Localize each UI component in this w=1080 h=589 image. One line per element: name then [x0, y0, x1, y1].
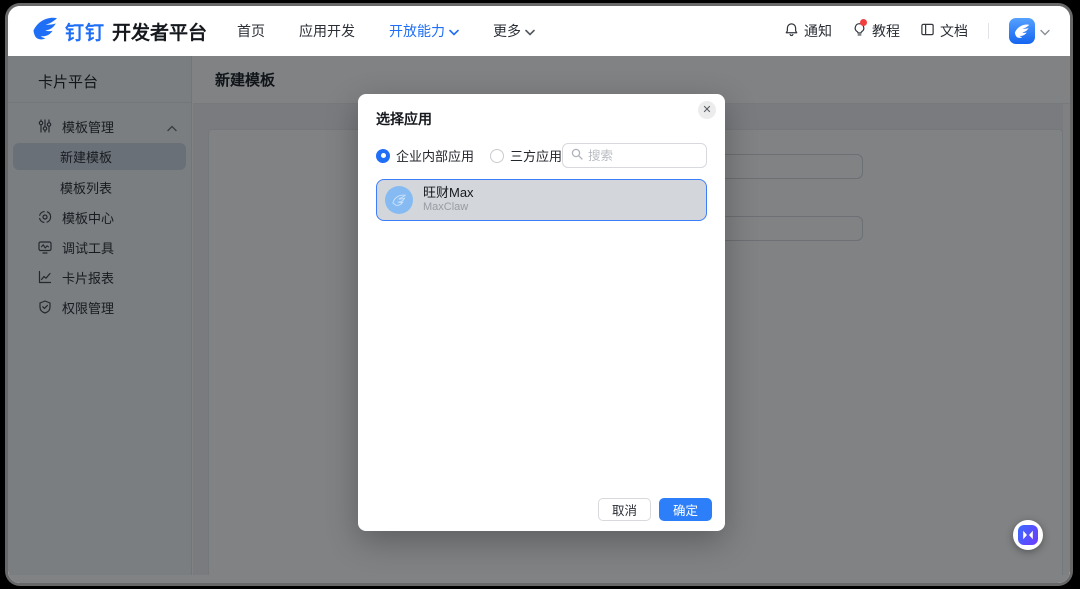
- notifications-button[interactable]: 通知: [784, 21, 832, 41]
- platform-name: 开发者平台: [112, 18, 207, 45]
- notifications-label: 通知: [804, 21, 832, 41]
- nav-home[interactable]: 首页: [237, 21, 265, 41]
- docs-button[interactable]: 文档: [920, 21, 968, 41]
- radio-internal-app[interactable]: 企业内部应用: [376, 146, 474, 165]
- select-app-dialog: ✕ 选择应用 企业内部应用 三方应用 旺财Max: [358, 94, 725, 531]
- dialog-title: 选择应用: [358, 94, 725, 129]
- top-navigation-bar: 钉钉 开发者平台 首页 应用开发 开放能力 更多: [8, 6, 1070, 56]
- search-input[interactable]: [588, 149, 698, 163]
- app-name: 旺财Max: [423, 185, 474, 201]
- tutorial-label: 教程: [872, 21, 900, 41]
- app-subtitle: MaxClaw: [423, 201, 474, 215]
- cancel-button[interactable]: 取消: [598, 498, 651, 521]
- close-icon[interactable]: ✕: [698, 101, 716, 119]
- app-avatar: [385, 186, 413, 214]
- notification-dot: [860, 19, 867, 26]
- search-icon: [571, 148, 583, 163]
- browser-window: 钉钉 开发者平台 首页 应用开发 开放能力 更多: [8, 6, 1070, 583]
- dialog-footer: 取消 确定: [598, 498, 712, 521]
- chevron-down-icon: [1040, 23, 1050, 39]
- nav-open-capabilities[interactable]: 开放能力: [389, 21, 459, 41]
- nav-app-development-label: 应用开发: [299, 21, 355, 41]
- account-menu[interactable]: [1009, 18, 1050, 44]
- dingtalk-logo-icon: [32, 17, 58, 46]
- nav-home-label: 首页: [237, 21, 265, 41]
- app-search-box: [562, 143, 707, 168]
- radio-thirdparty-app[interactable]: 三方应用: [490, 146, 562, 165]
- app-list-item-selected[interactable]: 旺财Max MaxClaw: [376, 179, 707, 221]
- radio-internal-label: 企业内部应用: [396, 146, 474, 165]
- nav-more[interactable]: 更多: [493, 21, 535, 41]
- book-icon: [920, 22, 935, 40]
- nav-open-capabilities-label: 开放能力: [389, 21, 445, 41]
- chevron-down-icon: [449, 23, 459, 39]
- docs-label: 文档: [940, 21, 968, 41]
- divider: [988, 23, 989, 39]
- bell-icon: [784, 22, 799, 40]
- confirm-button[interactable]: 确定: [659, 498, 712, 521]
- radio-selected-icon: [376, 149, 390, 163]
- tutorial-button[interactable]: 教程: [852, 21, 900, 41]
- chevron-down-icon: [525, 23, 535, 39]
- topbar-actions: 通知 教程 文档: [784, 18, 1050, 44]
- avatar: [1009, 18, 1035, 44]
- app-item-texts: 旺财Max MaxClaw: [423, 185, 474, 215]
- radio-thirdparty-label: 三方应用: [510, 146, 562, 165]
- brand-name: 钉钉: [65, 18, 105, 45]
- dialog-controls: 企业内部应用 三方应用: [358, 143, 725, 168]
- brand[interactable]: 钉钉 开发者平台: [32, 17, 207, 46]
- nav-more-label: 更多: [493, 21, 521, 41]
- nav-app-development[interactable]: 应用开发: [299, 21, 355, 41]
- main-nav: 首页 应用开发 开放能力 更多: [237, 21, 535, 41]
- assistant-bot-icon: [1018, 525, 1038, 545]
- assistant-floating-button[interactable]: [1013, 520, 1043, 550]
- radio-unselected-icon: [490, 149, 504, 163]
